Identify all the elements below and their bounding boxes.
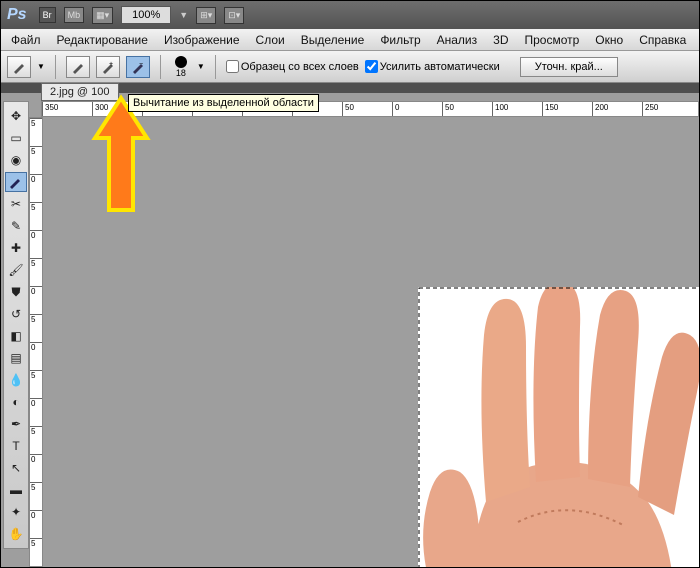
add-selection-icon[interactable]: + <box>96 56 120 78</box>
healing-tool-icon[interactable]: ✚ <box>5 238 27 258</box>
tool-palette: ✥ ▭ ◉ ✂ ✎ ✚ 🖌 ⛊ ↺ ◧ ▤ 💧 ◐ ✒ T ↖ ▬ ✦ ✋ <box>3 101 29 549</box>
menu-layers[interactable]: Слои <box>256 33 285 47</box>
refine-edge-button[interactable]: Уточн. край... <box>520 57 618 77</box>
annotation-arrow-icon <box>91 94 151 214</box>
menu-image[interactable]: Изображение <box>164 33 240 47</box>
top-btn-screen-icon[interactable]: ⊡▾ <box>224 7 244 24</box>
top-btn-br[interactable]: Br <box>39 7 56 23</box>
menu-analysis[interactable]: Анализ <box>437 33 478 47</box>
brush-dot-icon <box>175 56 187 68</box>
sample-all-checkbox[interactable]: Образец со всех слоев <box>226 60 359 73</box>
hand-tool-icon[interactable]: ✋ <box>5 524 27 544</box>
sample-all-label: Образец со всех слоев <box>241 61 359 73</box>
stamp-tool-icon[interactable]: ⛊ <box>5 282 27 302</box>
quick-select-tool-icon[interactable] <box>5 172 27 192</box>
zoom-field[interactable]: 100% <box>121 6 171 24</box>
menu-help[interactable]: Справка <box>639 33 686 47</box>
ps-logo: Ps <box>7 6 27 24</box>
ruler-vertical[interactable]: 55050505050505050 <box>29 117 43 567</box>
brush-tool-icon[interactable]: 🖌 <box>5 260 27 280</box>
gradient-tool-icon[interactable]: ▤ <box>5 348 27 368</box>
app-bar: Ps Br Mb ▦▾ 100% ▼ ⊞▾ ⊡▾ <box>1 1 699 29</box>
new-selection-icon[interactable] <box>66 56 90 78</box>
tool-preset-icon[interactable] <box>7 56 31 78</box>
brush-dropdown-icon[interactable]: ▼ <box>197 62 205 71</box>
path-tool-icon[interactable]: ↖ <box>5 458 27 478</box>
top-btn-film-icon[interactable]: ▦▾ <box>92 7 113 24</box>
brush-size-value: 18 <box>176 68 186 78</box>
marquee-tool-icon[interactable]: ▭ <box>5 128 27 148</box>
menu-edit[interactable]: Редактирование <box>57 33 148 47</box>
pen-tool-icon[interactable]: ✒ <box>5 414 27 434</box>
subtract-selection-icon[interactable]: − <box>126 56 150 78</box>
options-bar: ▼ + − 18 ▼ Образец со всех слоев Усилить… <box>1 51 699 83</box>
svg-text:−: − <box>139 61 143 68</box>
history-brush-icon[interactable]: ↺ <box>5 304 27 324</box>
crop-tool-icon[interactable]: ✂ <box>5 194 27 214</box>
sample-all-input[interactable] <box>226 60 239 73</box>
lasso-tool-icon[interactable]: ◉ <box>5 150 27 170</box>
menu-filter[interactable]: Фильтр <box>380 33 420 47</box>
menu-view[interactable]: Просмотр <box>524 33 579 47</box>
auto-enhance-checkbox[interactable]: Усилить автоматически <box>365 60 500 73</box>
zoom-dropdown-icon[interactable]: ▼ <box>179 10 188 20</box>
tooltip: Вычитание из выделенной области <box>128 94 319 112</box>
auto-enhance-label: Усилить автоматически <box>380 61 500 73</box>
menu-bar: Файл Редактирование Изображение Слои Выд… <box>1 29 699 51</box>
menu-select[interactable]: Выделение <box>301 33 365 47</box>
move-tool-icon[interactable]: ✥ <box>5 106 27 126</box>
document-image[interactable] <box>418 287 699 567</box>
top-btn-mb[interactable]: Mb <box>64 7 85 23</box>
tool-preset-dropdown-icon[interactable]: ▼ <box>37 62 45 71</box>
svg-text:+: + <box>109 61 113 68</box>
3d-tool-icon[interactable]: ✦ <box>5 502 27 522</box>
menu-file[interactable]: Файл <box>11 33 41 47</box>
type-tool-icon[interactable]: T <box>5 436 27 456</box>
auto-enhance-input[interactable] <box>365 60 378 73</box>
eyedropper-tool-icon[interactable]: ✎ <box>5 216 27 236</box>
blur-tool-icon[interactable]: 💧 <box>5 370 27 390</box>
dodge-tool-icon[interactable]: ◐ <box>5 392 27 412</box>
menu-3d[interactable]: 3D <box>493 33 508 47</box>
top-btn-hand-icon[interactable]: ⊞▾ <box>196 7 216 24</box>
eraser-tool-icon[interactable]: ◧ <box>5 326 27 346</box>
brush-size-picker[interactable]: 18 <box>171 56 191 78</box>
shape-tool-icon[interactable]: ▬ <box>5 480 27 500</box>
menu-window[interactable]: Окно <box>595 33 623 47</box>
